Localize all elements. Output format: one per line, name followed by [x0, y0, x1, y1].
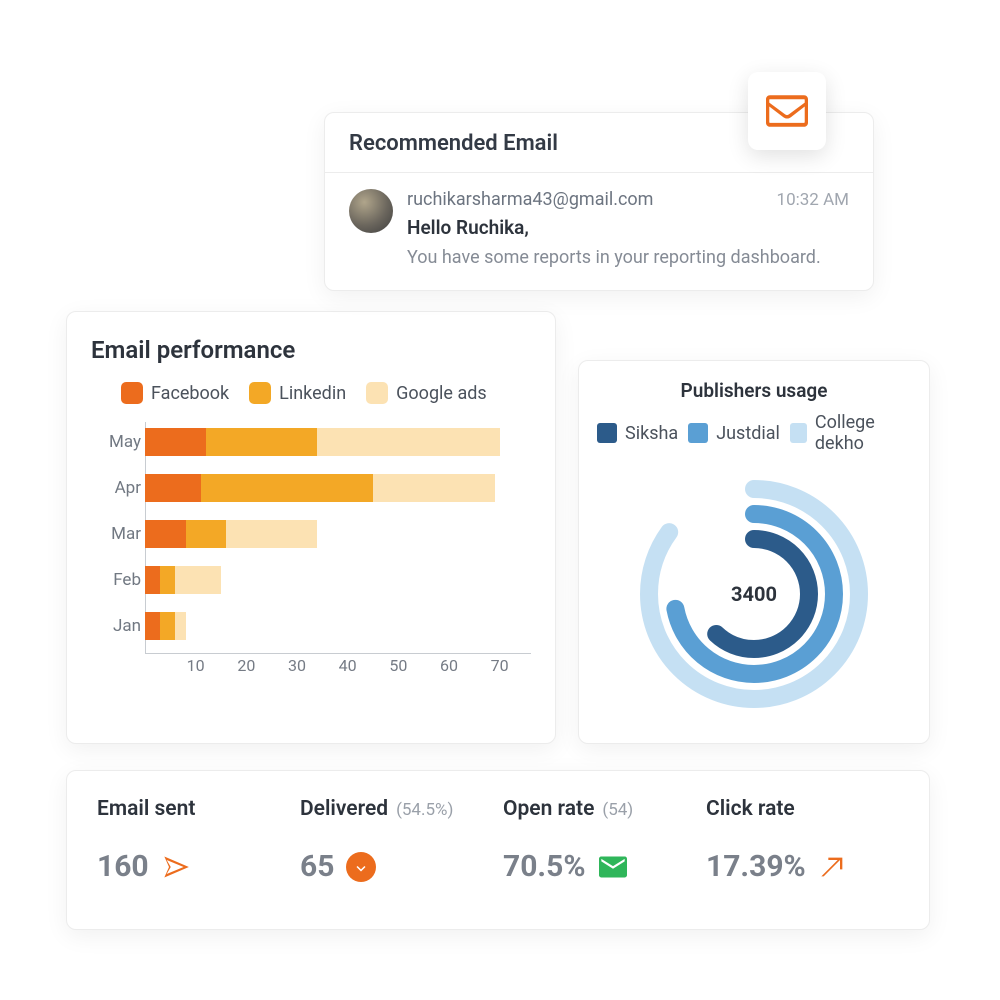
- bar-category-label: Jan: [101, 616, 141, 636]
- bar-row: Apr: [101, 468, 531, 508]
- email-performance-title: Email performance: [91, 336, 531, 364]
- legend-justdial: Justdial: [688, 412, 780, 454]
- x-tick-label: 40: [339, 656, 357, 675]
- publishers-usage-card: Publishers usage Siksha Justdial College…: [578, 360, 930, 744]
- email-performance-card: Email performance Facebook Linkedin Goog…: [66, 311, 556, 744]
- bar-row: May: [101, 422, 531, 462]
- stat-email-sent-label: Email sent: [97, 797, 195, 821]
- x-tick-label: 70: [491, 656, 509, 675]
- swatch-linkedin: [249, 382, 271, 404]
- legend-collegedekho-label: College dekho: [815, 412, 911, 454]
- stat-email-sent: Email sent 160: [97, 797, 290, 907]
- bar-track: [145, 566, 531, 594]
- bar-track: [145, 428, 531, 456]
- bar-segment-li: [186, 520, 227, 548]
- x-tick-label: 20: [237, 656, 255, 675]
- publishers-legend: Siksha Justdial College dekho: [597, 412, 911, 454]
- legend-siksha-label: Siksha: [625, 423, 678, 444]
- swatch-justdial: [688, 423, 708, 443]
- legend-facebook-label: Facebook: [151, 383, 229, 404]
- bar-row: Feb: [101, 560, 531, 600]
- bar-category-label: Apr: [101, 478, 141, 498]
- stat-open-rate: Open rate (54) 70.5%: [503, 797, 696, 907]
- stat-delivered-sub: (54.5%): [396, 800, 453, 820]
- bar-segment-li: [206, 428, 317, 456]
- bar-category-label: May: [101, 432, 141, 452]
- bar-track: [145, 612, 531, 640]
- stat-open-rate-sub: (54): [602, 800, 633, 820]
- swatch-facebook: [121, 382, 143, 404]
- bar-segment-fb: [145, 474, 201, 502]
- performance-bar-chart: May Apr Mar Feb Jan 10 20 30 40 50 60 70: [101, 422, 531, 702]
- legend-collegedekho: College dekho: [790, 412, 911, 454]
- recommended-email-body[interactable]: ruchikarsharma43@gmail.com 10:32 AM Hell…: [325, 173, 873, 290]
- bar-segment-fb: [145, 520, 186, 548]
- avatar: [349, 189, 393, 233]
- email-stats-panel: Email sent 160 Delivered (54.5%) 65 Open…: [66, 770, 930, 930]
- bar-segment-ga: [317, 428, 499, 456]
- email-message: You have some reports in your reporting …: [407, 247, 849, 268]
- bar-segment-ga: [175, 612, 185, 640]
- legend-linkedin-label: Linkedin: [279, 383, 346, 404]
- bar-row: Jan: [101, 606, 531, 646]
- email-time: 10:32 AM: [777, 190, 849, 210]
- bar-segment-fb: [145, 612, 160, 640]
- legend-linkedin: Linkedin: [249, 382, 346, 404]
- stat-open-rate-value: 70.5%: [503, 849, 586, 884]
- swatch-collegedekho: [790, 423, 807, 443]
- x-tick-label: 60: [440, 656, 458, 675]
- stat-email-sent-value: 160: [97, 849, 149, 884]
- bar-row: Mar: [101, 514, 531, 554]
- bar-segment-li: [201, 474, 373, 502]
- email-greeting: Hello Ruchika,: [407, 216, 849, 239]
- bar-segment-ga: [373, 474, 495, 502]
- email-address: ruchikarsharma43@gmail.com: [407, 189, 653, 210]
- stat-open-rate-label: Open rate: [503, 797, 594, 821]
- stat-click-rate-value: 17.39%: [706, 849, 806, 884]
- legend-googleads-label: Google ads: [396, 383, 487, 404]
- x-tick-label: 10: [187, 656, 205, 675]
- envelope-icon: [766, 95, 808, 127]
- publishers-title: Publishers usage: [597, 379, 911, 402]
- paper-plane-icon: [161, 852, 191, 882]
- stat-delivered: Delivered (54.5%) 65: [300, 797, 493, 907]
- bar-category-label: Feb: [101, 570, 141, 590]
- x-axis-ticks: 10 20 30 40 50 60 70: [145, 652, 531, 674]
- arrow-up-right-icon: [818, 852, 848, 882]
- publishers-radial-chart: 3400: [624, 464, 884, 724]
- swatch-googleads: [366, 382, 388, 404]
- stat-click-rate-label: Click rate: [706, 797, 795, 821]
- arrow-down-circle-icon: [346, 852, 376, 882]
- legend-googleads: Google ads: [366, 382, 487, 404]
- bar-segment-li: [160, 566, 175, 594]
- bar-track: [145, 474, 531, 502]
- x-tick-label: 50: [389, 656, 407, 675]
- stat-delivered-label: Delivered: [300, 797, 388, 821]
- envelope-badge: [748, 72, 826, 150]
- bar-segment-fb: [145, 566, 160, 594]
- bar-segment-ga: [226, 520, 317, 548]
- swatch-siksha: [597, 423, 617, 443]
- stat-click-rate: Click rate 17.39%: [706, 797, 899, 907]
- bar-category-label: Mar: [101, 524, 141, 544]
- stat-delivered-value: 65: [300, 849, 334, 884]
- bar-segment-li: [160, 612, 175, 640]
- x-tick-label: 30: [288, 656, 306, 675]
- bar-track: [145, 520, 531, 548]
- legend-facebook: Facebook: [121, 382, 229, 404]
- performance-legend: Facebook Linkedin Google ads: [91, 382, 531, 404]
- envelope-small-icon: [598, 852, 628, 882]
- legend-justdial-label: Justdial: [716, 423, 780, 444]
- bar-segment-fb: [145, 428, 206, 456]
- publishers-center-value: 3400: [624, 464, 884, 724]
- bar-segment-ga: [175, 566, 221, 594]
- legend-siksha: Siksha: [597, 412, 678, 454]
